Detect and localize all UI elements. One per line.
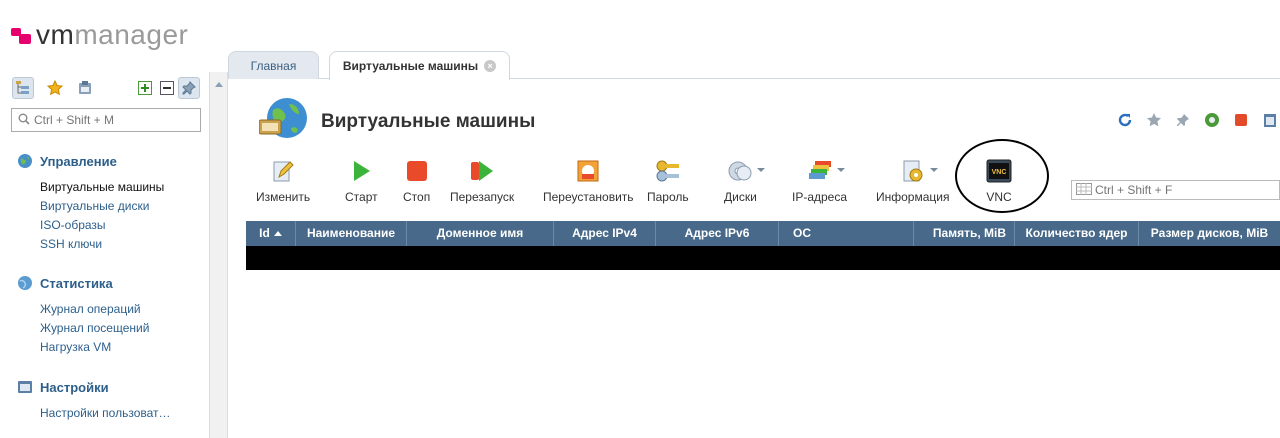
page-header: Виртуальные машины: [258, 94, 536, 151]
reinstall-icon: [575, 158, 601, 184]
logo-text: vmmanager: [36, 19, 189, 50]
key-icon: [655, 158, 681, 184]
vm-table-header: Id Наименование Доменное имя Адрес IPv4 …: [246, 221, 1280, 246]
search-icon: [18, 113, 30, 128]
tree-view-icon[interactable]: [12, 77, 34, 99]
refresh-icon[interactable]: [1115, 110, 1135, 130]
dropdown-arrow-icon[interactable]: [757, 168, 766, 172]
column-disk-size[interactable]: Размер дисков, MiB: [1139, 221, 1280, 246]
sidebar-search-input[interactable]: [34, 113, 184, 127]
favorites-star-icon[interactable]: [44, 77, 66, 99]
column-ipv6[interactable]: Адрес IPv6: [656, 221, 779, 246]
disk-icon: [727, 158, 766, 184]
tab-virtual-machines[interactable]: Виртуальные машины ×: [329, 51, 510, 80]
sidebar-item-iso-images[interactable]: ISO-образы: [40, 216, 164, 235]
page-title: Виртуальные машины: [321, 111, 536, 132]
svg-text:VNC: VNC: [992, 169, 1007, 176]
globe-icon: [16, 152, 34, 170]
reinstall-button[interactable]: Переустановить: [543, 158, 634, 204]
info-gear-icon: [900, 158, 938, 184]
settings-icon: [16, 378, 34, 396]
stop-icon: [404, 158, 430, 184]
grid-search[interactable]: [1071, 180, 1280, 200]
dropdown-arrow-icon[interactable]: [929, 168, 938, 172]
web-globe-icon[interactable]: [1202, 110, 1222, 130]
sidebar: Управление Виртуальные машины Виртуальны…: [0, 72, 210, 438]
nav-group-statistics: Статистика Журнал операций Журнал посеще…: [16, 274, 149, 357]
column-name[interactable]: Наименование: [296, 221, 407, 246]
column-id[interactable]: Id: [246, 221, 296, 246]
vmmanager-logo[interactable]: vmmanager: [11, 20, 188, 50]
app-window: vmmanager Ctrl + Shift + M Управление Ви…: [0, 0, 1280, 438]
sidebar-item-visits-log[interactable]: Журнал посещений: [40, 319, 149, 338]
favorite-star-icon[interactable]: [1144, 110, 1164, 130]
nav-group-management: Управление Виртуальные машины Виртуальны…: [16, 152, 164, 254]
column-ipv4[interactable]: Адрес IPv4: [554, 221, 656, 246]
column-memory[interactable]: Память, MiB: [914, 221, 1015, 246]
table-filter-icon: [1076, 182, 1092, 198]
sort-asc-icon: [273, 231, 282, 237]
info-button[interactable]: Информация: [876, 158, 949, 204]
sidebar-item-virtual-disks[interactable]: Виртуальные диски: [40, 197, 164, 216]
expand-all-icon[interactable]: [134, 77, 156, 99]
column-os[interactable]: ОС: [779, 221, 914, 246]
table-row[interactable]: [246, 246, 1280, 270]
nav-group-title[interactable]: Статистика: [16, 274, 149, 292]
tab-close-icon[interactable]: ×: [484, 60, 497, 72]
pin-icon[interactable]: [178, 77, 200, 99]
statistics-globe-icon: [16, 274, 34, 292]
sidebar-item-operations-log[interactable]: Журнал операций: [40, 300, 149, 319]
vnc-button[interactable]: VNC VNC: [986, 158, 1012, 204]
sidebar-item-ssh-keys[interactable]: SSH ключи: [40, 235, 164, 254]
column-cores[interactable]: Количество ядер: [1015, 221, 1139, 246]
clipboard-icon[interactable]: [74, 77, 96, 99]
stop-button[interactable]: Стоп: [403, 158, 430, 204]
ip-addresses-button[interactable]: IP-адреса: [792, 158, 847, 204]
header-actions: [1115, 110, 1280, 130]
sidebar-search[interactable]: [11, 108, 201, 132]
grid-search-input[interactable]: [1095, 183, 1275, 197]
edit-icon: [270, 158, 296, 184]
play-icon: [348, 158, 374, 184]
export-icon[interactable]: [1260, 110, 1280, 130]
scroll-up-arrow-icon[interactable]: [215, 82, 223, 87]
sidebar-scrollbar[interactable]: [210, 72, 228, 438]
edit-button[interactable]: Изменить: [256, 158, 310, 204]
tab-bar: Главная Виртуальные машины ×: [228, 48, 1280, 80]
main-panel: Виртуальные машины Изменить Старт Стоп П…: [229, 80, 1280, 438]
sidebar-item-vm-load[interactable]: Нагрузка VM: [40, 338, 149, 357]
restart-button[interactable]: Перезапуск: [450, 158, 514, 204]
sidebar-item-user-settings[interactable]: Настройки пользоват…: [40, 404, 171, 423]
nav-group-title[interactable]: Настройки: [16, 378, 171, 396]
nav-group-settings: Настройки Настройки пользоват…: [16, 378, 171, 423]
vnc-monitor-icon: VNC: [986, 158, 1012, 184]
restart-icon: [469, 158, 495, 184]
password-button[interactable]: Пароль: [647, 158, 689, 204]
vm-globe-icon: [258, 94, 313, 151]
disks-button[interactable]: Диски: [724, 158, 766, 204]
logo-mark-icon: [11, 25, 33, 45]
ip-cards-icon: [807, 158, 845, 184]
pin-page-icon[interactable]: [1173, 110, 1193, 130]
column-domain[interactable]: Доменное имя: [407, 221, 554, 246]
tab-home[interactable]: Главная: [228, 51, 319, 79]
sidebar-item-virtual-machines[interactable]: Виртуальные машины: [40, 178, 164, 197]
nav-group-title[interactable]: Управление: [16, 152, 164, 170]
dropdown-arrow-icon[interactable]: [836, 168, 845, 172]
collapse-all-icon[interactable]: [156, 77, 178, 99]
sidebar-toolbar: [12, 77, 202, 101]
stop-red-icon[interactable]: [1231, 110, 1251, 130]
start-button[interactable]: Старт: [345, 158, 378, 204]
